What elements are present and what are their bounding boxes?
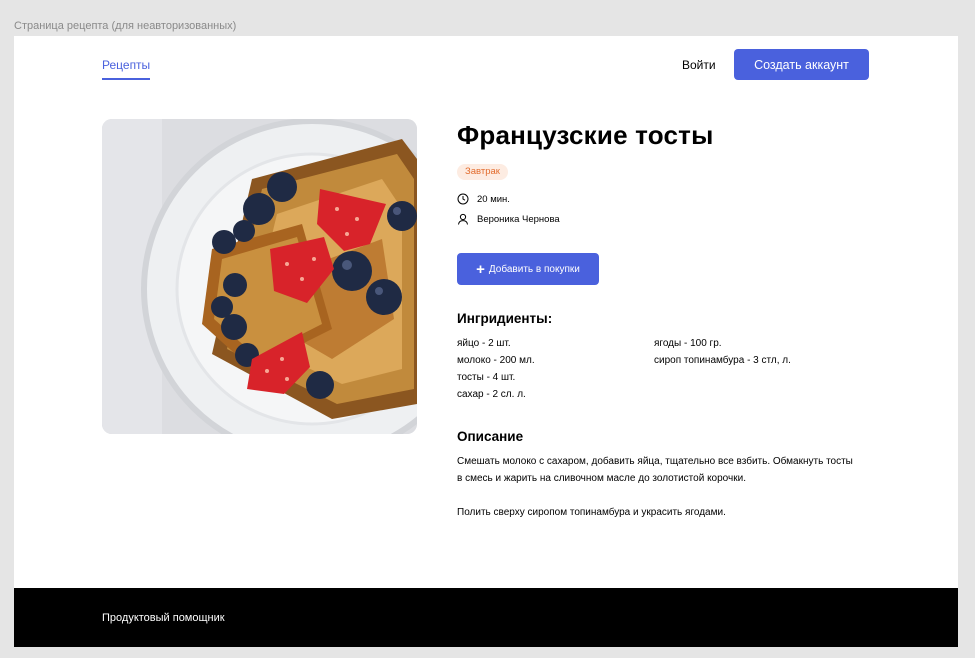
- footer-brand: Продуктовый помощник: [102, 612, 225, 624]
- plus-icon: +: [476, 260, 485, 278]
- frame-label: Страница рецепта (для неавторизованных): [14, 20, 237, 32]
- recipe-photo: [102, 119, 417, 434]
- meal-tag-badge: Завтрак: [457, 164, 508, 180]
- add-to-shopping-list-label: Добавить в покупки: [488, 263, 580, 275]
- author-name: Вероника Чернова: [477, 213, 560, 225]
- ingredients-heading: Ингридиенты:: [457, 311, 553, 326]
- ingredients-list-right: ягоды - 100 гр. сироп топинамбура - 3 ст…: [654, 335, 791, 369]
- ingredient-item: ягоды - 100 гр.: [654, 338, 722, 349]
- ingredient-item: яйцо - 2 шт.: [457, 338, 511, 349]
- cook-time-text: 20 мин.: [477, 193, 510, 205]
- ingredient-item: сахар - 2 сл. л.: [457, 389, 526, 400]
- user-icon: [457, 213, 469, 225]
- nav-recipes-link[interactable]: Рецепты: [102, 58, 151, 80]
- footer: Продуктовый помощник: [14, 588, 958, 647]
- add-to-shopping-list-button[interactable]: + Добавить в покупки: [457, 253, 599, 285]
- cook-time: 20 мин.: [457, 193, 510, 205]
- description-heading: Описание: [457, 429, 524, 444]
- recipe-description: Смешать молоко с сахаром, добавить яйца,…: [457, 453, 857, 521]
- create-account-button[interactable]: Создать аккаунт: [734, 49, 869, 80]
- ingredient-item: тосты - 4 шт.: [457, 372, 516, 383]
- recipe-title: Французские тосты: [457, 120, 714, 150]
- clock-icon: [457, 193, 469, 205]
- page-frame: Рецепты Войти Создать аккаунт Французски…: [14, 36, 958, 647]
- ingredients-list-left: яйцо - 2 шт. молоко - 200 мл. тосты - 4 …: [457, 335, 535, 403]
- recipe-author: Вероника Чернова: [457, 213, 560, 225]
- login-link[interactable]: Войти: [682, 58, 716, 72]
- ingredient-item: молоко - 200 мл.: [457, 355, 535, 366]
- description-paragraph: Смешать молоко с сахаром, добавить яйца,…: [457, 456, 853, 484]
- ingredient-item: сироп топинамбура - 3 стл, л.: [654, 355, 791, 366]
- description-paragraph: Полить сверху сиропом топинамбура и укра…: [457, 507, 726, 518]
